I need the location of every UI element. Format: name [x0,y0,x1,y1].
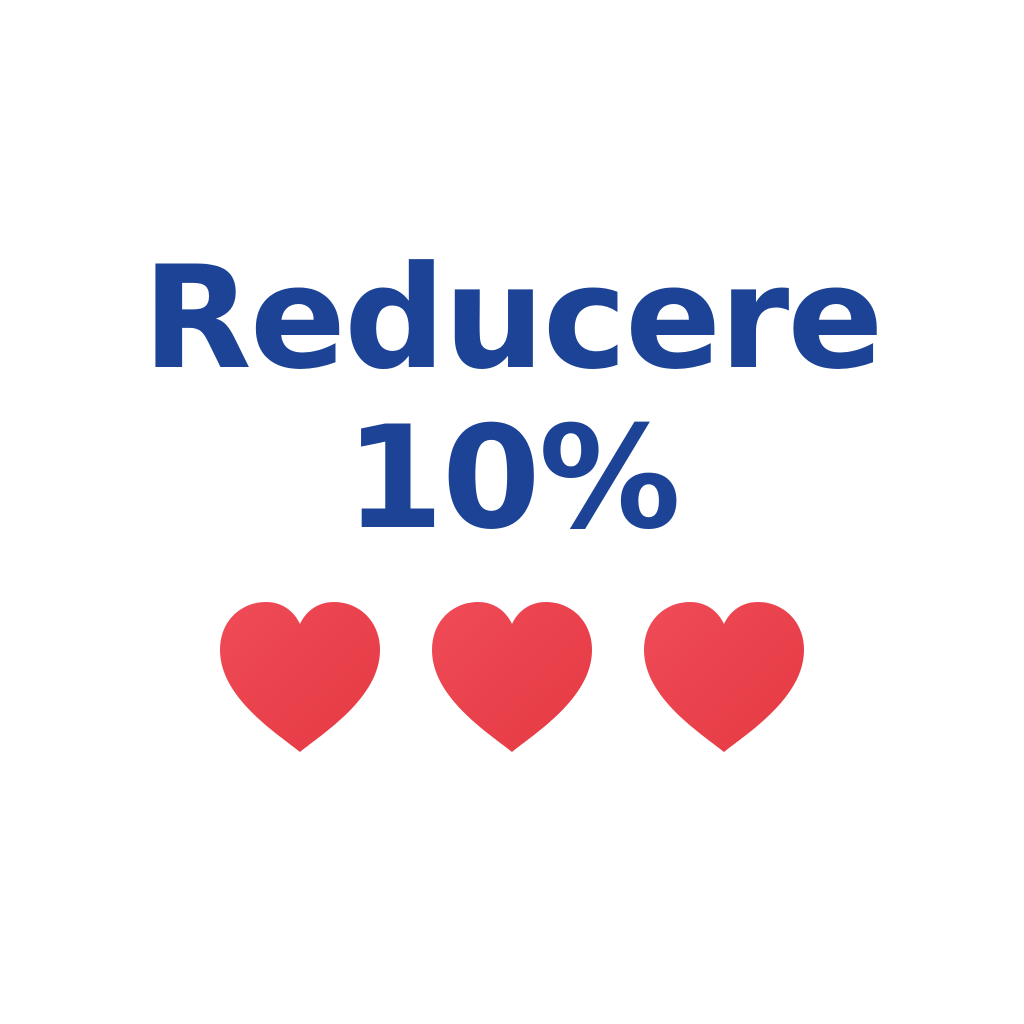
promo-canvas: Reducere 10% [0,0,1024,1024]
promo-headline: Reducere [142,236,883,401]
heart-icon [220,602,380,754]
heart-icon [644,602,804,754]
heart-icon [432,602,592,754]
discount-value: 10% [345,396,681,561]
hearts-row [0,602,1024,754]
